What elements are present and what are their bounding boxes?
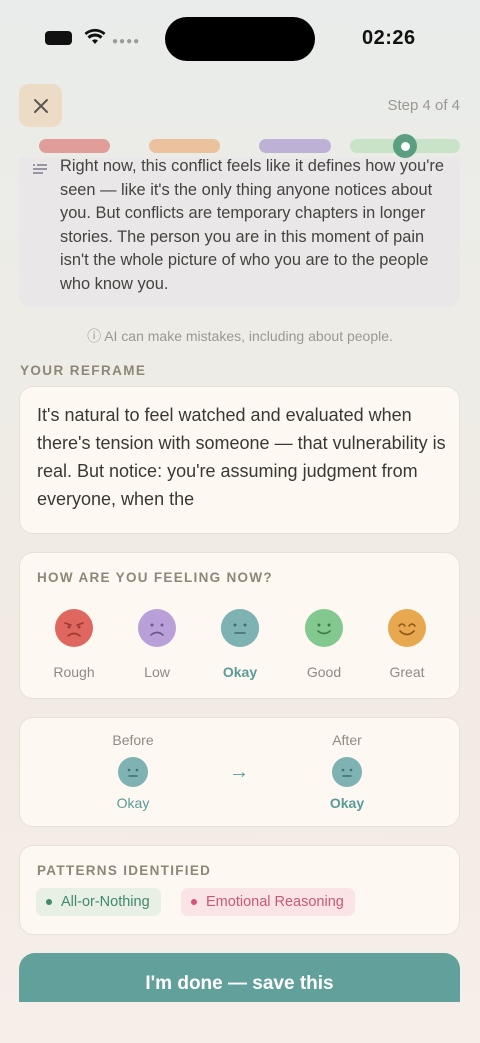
- mood-option-low[interactable]: Low: [122, 609, 192, 680]
- after-value: Okay: [329, 795, 365, 811]
- insight-text: Right now, this conflict feels like it d…: [60, 158, 444, 293]
- text-lines-icon: [33, 164, 47, 174]
- patterns-card: PATTERNS IDENTIFIED All-or-Nothing Emoti…: [19, 845, 460, 935]
- progress-segment-3: [259, 139, 331, 153]
- ai-disclaimer: ⓘ AI can make mistakes, including about …: [87, 328, 393, 344]
- after-label: After: [332, 732, 362, 748]
- pattern-chip-label: All-or-Nothing: [61, 894, 150, 910]
- pattern-chip-label: Emotional Reasoning: [206, 894, 344, 910]
- pattern-chip-emotional-reasoning: Emotional Reasoning: [181, 888, 355, 916]
- dynamic-island: [165, 17, 315, 61]
- close-button[interactable]: [19, 84, 62, 127]
- after-column: After Okay: [302, 732, 392, 811]
- mood-card: HOW ARE YOU FEELING NOW? Rough Low Okay …: [19, 552, 460, 699]
- before-column: Before Okay: [88, 732, 178, 811]
- progress-segment-2: [149, 139, 220, 153]
- progress-current-marker: [393, 134, 417, 158]
- sad-face-icon: [55, 609, 93, 647]
- patterns-title: PATTERNS IDENTIFIED: [37, 863, 212, 878]
- neutral-face-icon: [332, 757, 362, 787]
- pattern-chip-all-or-nothing: All-or-Nothing: [36, 888, 161, 916]
- happy-face-icon: [388, 609, 426, 647]
- step-indicator: Step 4 of 4: [387, 97, 460, 114]
- mood-label-great: Great: [389, 664, 425, 680]
- mood-label-low: Low: [144, 664, 170, 680]
- before-value: Okay: [116, 795, 150, 811]
- mood-label-good: Good: [306, 664, 342, 680]
- signal-dots-icon: ●●●●: [112, 36, 141, 47]
- status-bar: ●●●● 02:26: [0, 0, 480, 80]
- smile-face-icon: [305, 609, 343, 647]
- mood-label-okay: Okay: [222, 664, 258, 680]
- mood-option-okay[interactable]: Okay: [205, 598, 275, 680]
- reframe-card[interactable]: It's natural to feel watched and evaluat…: [19, 386, 460, 534]
- mood-option-great[interactable]: Great: [372, 609, 442, 680]
- reframe-label: YOUR REFRAME: [20, 363, 147, 378]
- before-after-card: Before Okay → After Okay: [19, 717, 460, 827]
- bottom-safe-area: [0, 1002, 480, 1043]
- chip-dot-icon: [191, 899, 197, 905]
- insight-card: Right now, this conflict feels like it d…: [19, 158, 460, 307]
- before-label: Before: [112, 732, 154, 748]
- arrow-right-icon: →: [229, 761, 249, 783]
- progress-segment-1: [39, 139, 110, 153]
- neutral-face-icon: [118, 757, 148, 787]
- close-icon: [33, 98, 48, 113]
- frown-face-icon: [138, 609, 176, 647]
- mood-option-rough[interactable]: Rough: [39, 609, 109, 680]
- reframe-text: It's natural to feel watched and evaluat…: [37, 405, 446, 509]
- neutral-face-icon: [210, 598, 270, 658]
- battery-icon: [45, 31, 72, 45]
- wifi-icon: [84, 28, 106, 44]
- mood-label-rough: Rough: [53, 664, 95, 680]
- chip-dot-icon: [46, 899, 52, 905]
- status-time: 02:26: [362, 27, 416, 49]
- mood-option-good[interactable]: Good: [289, 609, 359, 680]
- mood-title: HOW ARE YOU FEELING NOW?: [37, 570, 273, 585]
